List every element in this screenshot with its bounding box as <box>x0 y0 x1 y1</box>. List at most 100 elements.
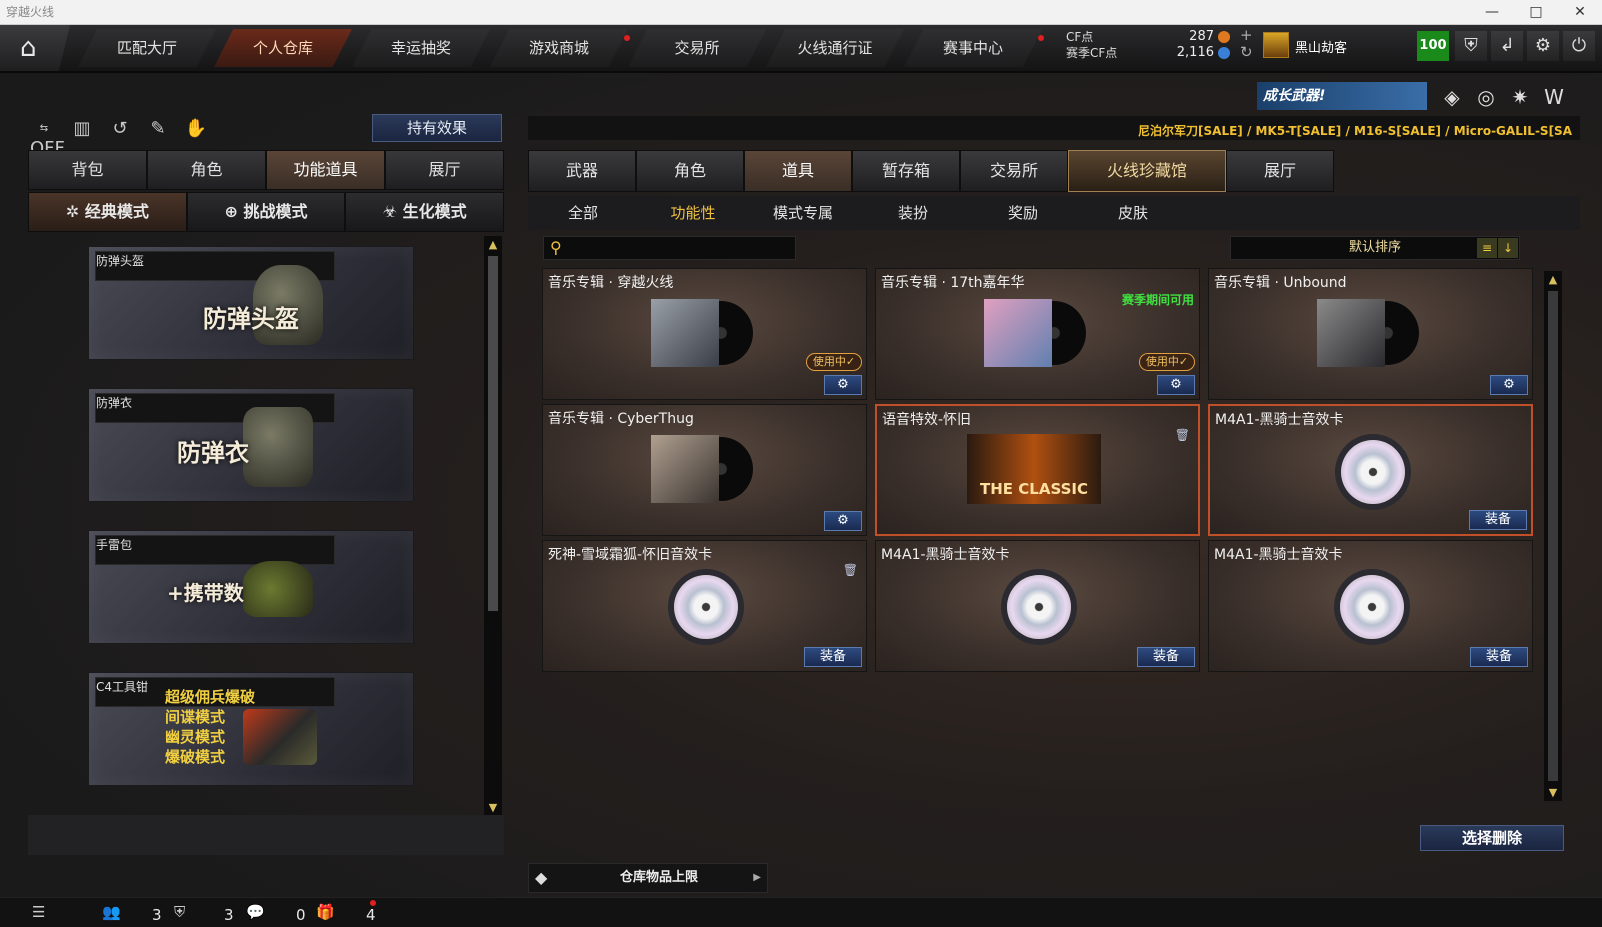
item-card[interactable]: 死神-雪域霜狐-怀旧音效卡 🗑 装备 <box>542 540 867 672</box>
subtab-skins[interactable]: 皮肤 <box>1078 196 1188 230</box>
left-toolbar: ⇆ OFF ▥ ↺ ✎ ✋ <box>30 116 210 159</box>
slot-c4-tool[interactable]: C4工具钳 超级佣兵爆破 间谍模式 幽灵模式 爆破模式 <box>88 672 414 786</box>
slot-grenade[interactable]: 手雷包 +携带数 <box>88 530 414 644</box>
slot-helmet[interactable]: 防弹头盔 防弹头盔 <box>88 246 414 360</box>
scroll-down-icon[interactable]: ▼ <box>1544 786 1562 799</box>
season-cf-value: 2,116 <box>1176 45 1214 60</box>
item-card[interactable]: M4A1-黑骑士音效卡 装备 <box>1208 540 1533 672</box>
subtab-all[interactable]: 全部 <box>528 196 638 230</box>
trash-icon[interactable]: 🗑 <box>843 563 858 577</box>
sort-dropdown[interactable]: 默认排序 ≡ ↓ <box>1230 236 1520 260</box>
history-icon[interactable]: ↺ <box>106 116 134 142</box>
item-card[interactable]: 语音特效-怀旧 🗑 THE CLASSIC <box>875 404 1200 536</box>
chat-icon[interactable]: 💬 <box>246 903 265 921</box>
tab-storage[interactable]: 暂存箱 <box>852 150 960 192</box>
settings-button[interactable]: ⚙ <box>824 375 862 395</box>
nav-tab-shop[interactable]: 游戏商城 <box>490 29 628 67</box>
scroll-thumb[interactable] <box>488 256 498 611</box>
add-cf-button[interactable]: + <box>1240 27 1253 44</box>
settings-button[interactable]: ⚙ <box>824 511 862 531</box>
slot-title: 防弹头盔 <box>203 305 299 333</box>
nav-tab-lottery[interactable]: 幸运抽奖 <box>352 29 490 67</box>
promo-banner[interactable]: 成长武器! <box>1257 82 1427 110</box>
scroll-up-icon[interactable]: ▲ <box>484 238 502 251</box>
tab-collection[interactable]: 火线珍藏馆 <box>1068 150 1226 192</box>
shield-icon[interactable]: ⛨ <box>1455 31 1487 61</box>
level-badge: 100 <box>1417 31 1449 61</box>
trash-icon[interactable]: 🗑 <box>1175 428 1190 442</box>
nav-tab-match-lobby[interactable]: 匹配大厅 <box>78 29 216 67</box>
tab-items[interactable]: 道具 <box>744 150 852 192</box>
sale-ticker[interactable]: 尼泊尔军刀[SALE] / MK5-T[SALE] / M16-S[SALE] … <box>1138 122 1572 139</box>
badge-icon[interactable]: ◈ <box>1438 84 1466 110</box>
close-button[interactable]: ✕ <box>1558 0 1602 25</box>
menu-icon[interactable]: ☰ <box>32 903 45 921</box>
equip-button[interactable]: 装备 <box>1469 510 1527 530</box>
emblem-icon[interactable]: ✷ <box>1506 84 1534 110</box>
toggle-off-icon[interactable]: ⇆ OFF <box>30 116 65 159</box>
subtab-rewards[interactable]: 奖励 <box>968 196 1078 230</box>
slot-vest[interactable]: 防弹衣 防弹衣 <box>88 388 414 502</box>
friends-icon[interactable]: 👥 <box>102 903 121 921</box>
list-view-icon[interactable]: ≡ <box>1477 238 1497 258</box>
stats-icon[interactable]: ▥ <box>68 116 96 142</box>
maximize-button[interactable]: □ <box>1514 0 1558 25</box>
tab-backpack[interactable]: 背包 <box>28 150 147 190</box>
equip-button[interactable]: 装备 <box>804 647 862 667</box>
tab-showroom[interactable]: 展厅 <box>385 150 504 190</box>
tab-weapons[interactable]: 武器 <box>528 150 636 192</box>
item-card[interactable]: M4A1-黑骑士音效卡 装备 <box>875 540 1200 672</box>
item-card[interactable]: M4A1-黑骑士音效卡 装备 <box>1208 404 1533 536</box>
refresh-cf-button[interactable]: ↻ <box>1240 44 1253 61</box>
nav-tab-warehouse[interactable]: 个人仓库 <box>214 29 352 67</box>
subtab-functional[interactable]: 功能性 <box>638 196 748 230</box>
item-card[interactable]: 音乐专辑 · 穿越火线 使用中✓ ⚙ <box>542 268 867 400</box>
tab-function-items[interactable]: 功能道具 <box>266 150 385 190</box>
nav-tab-pass[interactable]: 火线通行证 <box>766 29 904 67</box>
scroll-up-icon[interactable]: ▲ <box>1544 273 1562 286</box>
capacity-bar[interactable]: ◆ 仓库物品上限 ▶ <box>528 863 768 893</box>
minimize-button[interactable]: — <box>1470 0 1514 25</box>
search-input[interactable]: ⚲ <box>543 236 796 260</box>
item-card[interactable]: 音乐专辑 · 17th嘉年华 赛季期间可用 使用中✓ ⚙ <box>875 268 1200 400</box>
season-cf-label: 赛季CF点 <box>1066 46 1118 60</box>
item-card[interactable]: 音乐专辑 · Unbound ⚙ <box>1208 268 1533 400</box>
nav-tab-exchange[interactable]: 交易所 <box>628 29 766 67</box>
equip-button[interactable]: 装备 <box>1470 647 1528 667</box>
brush-icon[interactable]: ✎ <box>144 116 172 142</box>
hand-icon[interactable]: ✋ <box>182 116 210 142</box>
mode-zombie[interactable]: ☣ 生化模式 <box>345 192 505 232</box>
scroll-down-icon[interactable]: ▼ <box>484 801 502 814</box>
gift-count: 4 <box>366 906 376 924</box>
gift-icon[interactable]: 🎁 <box>316 903 335 921</box>
album-cover <box>1317 299 1385 367</box>
select-delete-button[interactable]: 选择删除 <box>1420 825 1564 851</box>
settings-button[interactable]: ⚙ <box>1157 375 1195 395</box>
subtab-decoration[interactable]: 装扮 <box>858 196 968 230</box>
tab-character[interactable]: 角色 <box>147 150 266 190</box>
target-icon[interactable]: ◎ <box>1472 84 1500 110</box>
left-scrollbar[interactable]: ▲ ▼ <box>484 236 502 816</box>
mode-challenge[interactable]: ⊕ 挑战模式 <box>186 192 346 232</box>
settings-button[interactable]: ⚙ <box>1490 375 1528 395</box>
tab-showroom[interactable]: 展厅 <box>1226 150 1334 192</box>
home-button[interactable]: ⌂ <box>0 25 70 71</box>
right-scrollbar[interactable]: ▲ ▼ <box>1544 271 1562 801</box>
clan-icon[interactable]: ⛨ <box>174 903 185 921</box>
scroll-thumb[interactable] <box>1548 291 1558 781</box>
mode-classic[interactable]: ✲ 经典模式 <box>28 192 187 232</box>
item-title: 死神-雪域霜狐-怀旧音效卡 <box>548 547 713 563</box>
tab-exchange[interactable]: 交易所 <box>960 150 1068 192</box>
power-icon[interactable]: ⏻ <box>1563 31 1595 61</box>
hold-effect-button[interactable]: 持有效果 <box>372 114 502 142</box>
tab-character[interactable]: 角色 <box>636 150 744 192</box>
avatar[interactable] <box>1263 32 1289 58</box>
sort-order-icon[interactable]: ↓ <box>1498 238 1518 258</box>
subtab-mode-exclusive[interactable]: 模式专属 <box>748 196 858 230</box>
nav-tab-events[interactable]: 赛事中心 <box>904 29 1042 67</box>
return-icon[interactable]: ↲ <box>1491 31 1523 61</box>
equip-button[interactable]: 装备 <box>1137 647 1195 667</box>
gear-icon[interactable]: ⚙ <box>1527 31 1559 61</box>
item-card[interactable]: 音乐专辑 · CyberThug ⚙ <box>542 404 867 536</box>
wing-icon[interactable]: W <box>1540 84 1568 110</box>
